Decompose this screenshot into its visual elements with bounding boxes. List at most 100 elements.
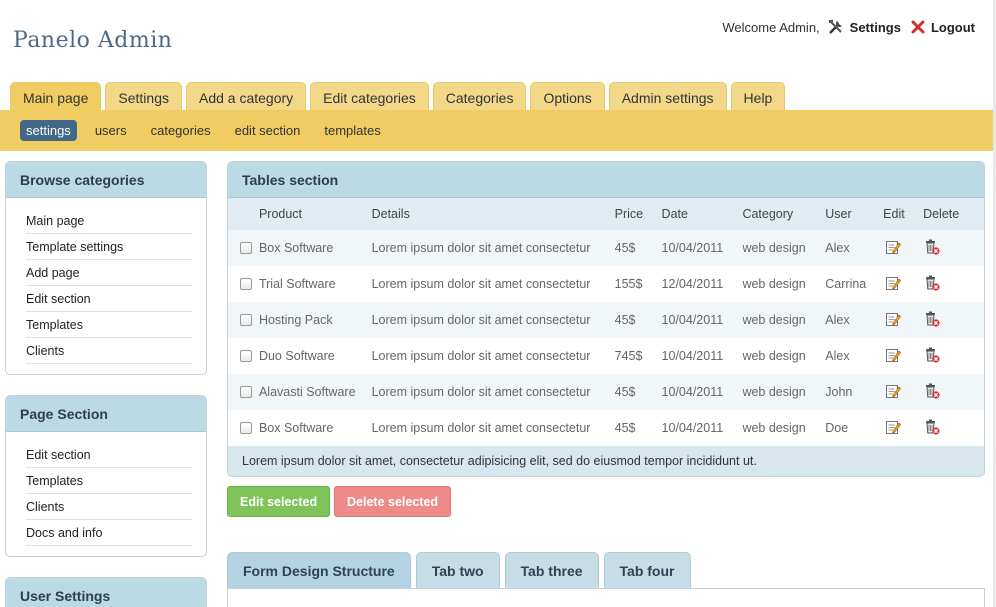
subnav-settings[interactable]: settings [20, 120, 77, 141]
sidebar-item-add-page[interactable]: Add page [26, 260, 192, 286]
edit-icon[interactable] [885, 275, 902, 291]
sidebar-item-template-settings[interactable]: Template settings [26, 234, 192, 260]
delete-cell [923, 338, 984, 374]
tab-three[interactable]: Tab three [504, 552, 599, 588]
category-cell: web design [742, 338, 826, 374]
tab-help[interactable]: Help [730, 82, 786, 110]
edit-selected-button[interactable]: Edit selected [227, 486, 331, 517]
date-cell: 10/04/2011 [661, 230, 743, 266]
subnav-templates[interactable]: templates [318, 120, 386, 141]
edit-icon[interactable] [885, 311, 902, 327]
tab-form-design-structure[interactable]: Form Design Structure [227, 552, 411, 588]
trash-icon[interactable] [923, 418, 941, 436]
edit-icon[interactable] [885, 347, 902, 363]
product-cell: Alavasti Software [258, 374, 372, 410]
product-cell: Duo Software [258, 338, 372, 374]
row-select [228, 302, 259, 338]
product-cell: Box Software [258, 410, 372, 446]
sidebar-item-edit-section[interactable]: Edit section [26, 442, 192, 468]
tables-section: Tables section Product Details Price Dat… [227, 161, 985, 477]
trash-icon[interactable] [923, 238, 941, 256]
tab-edit-categories[interactable]: Edit categories [310, 82, 429, 110]
product-cell: Box Software [258, 230, 372, 266]
tab-two[interactable]: Tab two [415, 552, 500, 588]
sidebar-item-docs-and-info[interactable]: Docs and info [26, 520, 192, 546]
user-cell: John [825, 374, 884, 410]
settings-link[interactable]: Settings [828, 19, 901, 35]
form-panel [227, 588, 985, 607]
price-cell: 45$ [614, 410, 662, 446]
column-header[interactable]: Details [371, 198, 615, 230]
table-row: Box Software Lorem ipsum dolor sit amet c… [228, 410, 984, 446]
date-cell: 12/04/2011 [661, 266, 743, 302]
row-select [228, 410, 259, 446]
column-header[interactable]: User [825, 198, 884, 230]
table-header-row: Product Details Price Date Category User… [228, 198, 984, 230]
sidebar-item-clients[interactable]: Clients [26, 338, 192, 364]
column-header[interactable]: Category [742, 198, 826, 230]
row-checkbox[interactable] [240, 350, 252, 362]
table-row: Box Software Lorem ipsum dolor sit amet c… [228, 230, 984, 266]
tab-options[interactable]: Options [530, 82, 605, 110]
product-cell: Trial Software [258, 266, 372, 302]
category-cell: web design [742, 230, 826, 266]
table-row: Duo Software Lorem ipsum dolor sit amet c… [228, 338, 984, 374]
row-checkbox[interactable] [240, 422, 252, 434]
column-header: Edit [883, 198, 924, 230]
tab-categories[interactable]: Categories [432, 82, 527, 110]
row-select [228, 374, 259, 410]
trash-icon[interactable] [923, 346, 941, 364]
delete-selected-button[interactable]: Delete selected [334, 486, 452, 517]
details-cell: Lorem ipsum dolor sit amet consectetur [371, 338, 615, 374]
sidebar-item-clients[interactable]: Clients [26, 494, 192, 520]
column-header[interactable]: Date [661, 198, 743, 230]
tab-main-page[interactable]: Main page [10, 82, 102, 110]
trash-icon[interactable] [923, 382, 941, 400]
row-checkbox[interactable] [240, 314, 252, 326]
table-row: Alavasti Software Lorem ipsum dolor sit a… [228, 374, 984, 410]
sidebar-item-templates[interactable]: Templates [26, 312, 192, 338]
tab-admin-settings[interactable]: Admin settings [608, 82, 727, 110]
edit-icon[interactable] [885, 239, 902, 255]
column-header[interactable]: Price [614, 198, 662, 230]
logout-link[interactable]: Logout [911, 20, 975, 35]
edit-cell [883, 230, 924, 266]
welcome-text: Welcome Admin, [722, 19, 820, 35]
logout-link-label: Logout [930, 19, 975, 35]
edit-icon[interactable] [885, 383, 902, 399]
tab-four[interactable]: Tab four [603, 552, 691, 588]
row-checkbox[interactable] [240, 242, 252, 254]
trash-icon[interactable] [923, 274, 941, 292]
sidebar-heading: User Settings [6, 578, 206, 607]
product-cell: Hosting Pack [258, 302, 372, 338]
sidebar-item-main-page[interactable]: Main page [26, 208, 192, 234]
sidebar-item-templates[interactable]: Templates [26, 468, 192, 494]
column-header[interactable]: Product [258, 198, 372, 230]
user-cell: Alex [825, 302, 884, 338]
subnav-edit-section[interactable]: edit section [229, 120, 307, 141]
trash-icon[interactable] [923, 310, 941, 328]
tab-add-category[interactable]: Add a category [185, 82, 307, 110]
sidebar-heading: Page Section [6, 396, 206, 432]
row-checkbox[interactable] [240, 386, 252, 398]
subnav-users[interactable]: users [89, 120, 133, 141]
delete-cell [923, 302, 984, 338]
date-cell: 10/04/2011 [661, 410, 743, 446]
products-table: Product Details Price Date Category User… [228, 198, 984, 446]
details-cell: Lorem ipsum dolor sit amet consectetur [371, 410, 615, 446]
category-cell: web design [742, 374, 826, 410]
details-cell: Lorem ipsum dolor sit amet consectetur [371, 374, 615, 410]
tab-settings[interactable]: Settings [105, 82, 182, 110]
row-checkbox[interactable] [240, 278, 252, 290]
column-header: Delete [923, 198, 984, 230]
subnav-categories[interactable]: categories [145, 120, 217, 141]
delete-cell [923, 266, 984, 302]
user-cell: Alex [825, 338, 884, 374]
edit-icon[interactable] [885, 419, 902, 435]
date-cell: 10/04/2011 [661, 338, 743, 374]
details-cell: Lorem ipsum dolor sit amet consectetur [371, 266, 615, 302]
edit-cell [883, 266, 924, 302]
price-cell: 155$ [614, 266, 662, 302]
settings-link-label: Settings [849, 19, 901, 35]
sidebar-item-edit-section[interactable]: Edit section [26, 286, 192, 312]
